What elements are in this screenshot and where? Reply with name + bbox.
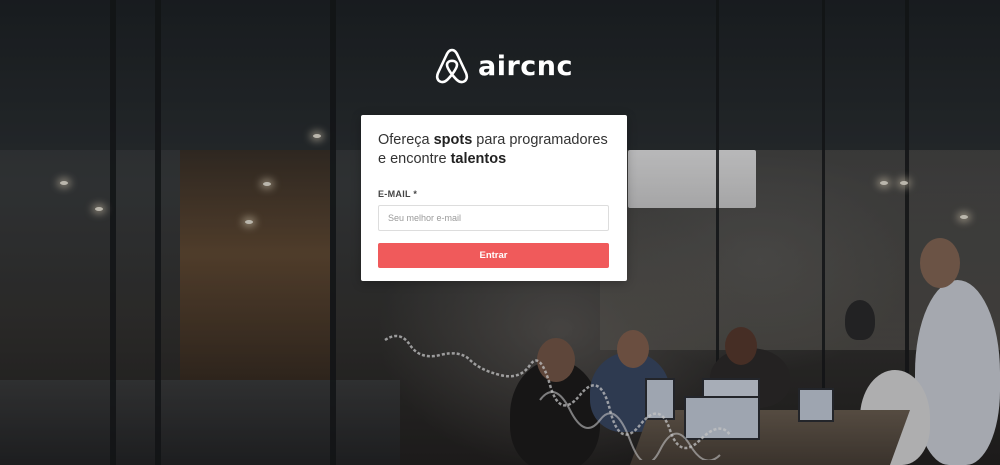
brand-name: aircnc	[478, 50, 574, 82]
headline-text: Ofereça	[378, 132, 434, 148]
email-field[interactable]	[378, 205, 609, 231]
headline-bold-talentos: talentos	[450, 151, 507, 167]
headline: Ofereça spots para programadores e encon…	[378, 131, 610, 169]
headline-bold-spots: spots	[433, 132, 473, 148]
submit-button[interactable]: Entrar	[378, 243, 609, 268]
email-label: E-MAIL *	[378, 189, 418, 199]
airbnb-belo-icon	[435, 48, 469, 84]
login-card: Ofereça spots para programadores e encon…	[361, 115, 627, 281]
brand-logo: aircnc	[434, 47, 573, 85]
